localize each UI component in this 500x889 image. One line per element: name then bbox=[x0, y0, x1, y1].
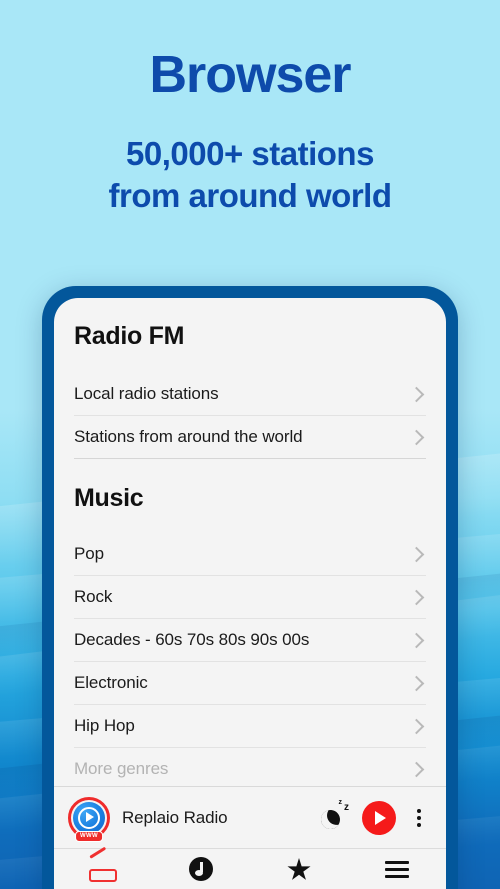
chevron-right-icon bbox=[408, 761, 425, 777]
radio-icon bbox=[89, 846, 117, 882]
kebab-dot bbox=[417, 815, 421, 820]
sleep-z-small: z bbox=[338, 798, 343, 806]
now-playing-bar: WWW Replaio Radio z z bbox=[54, 786, 446, 848]
station-logo-icon: WWW bbox=[68, 796, 110, 842]
nav-item-favorites[interactable] bbox=[250, 856, 348, 882]
bottom-navigation-bar bbox=[54, 846, 446, 889]
chevron-right-icon bbox=[408, 632, 425, 648]
phone-mockup-frame: Radio FM Local radio stations Stations f… bbox=[42, 286, 458, 889]
hamburger-line bbox=[385, 868, 409, 871]
list-item-stations-from-around-the-world[interactable]: Stations from around the world bbox=[74, 416, 426, 459]
nav-item-menu[interactable] bbox=[348, 856, 446, 882]
kebab-menu-icon[interactable] bbox=[408, 803, 430, 833]
page-subtitle: 50,000+ stations from around world bbox=[0, 133, 500, 217]
section-title-radio-fm: Radio FM bbox=[74, 322, 185, 350]
moon-shape bbox=[318, 807, 343, 831]
hamburger-menu-icon bbox=[383, 856, 411, 882]
list-item-label: Decades - 60s 70s 80s 90s 00s bbox=[74, 630, 310, 649]
chevron-right-icon bbox=[408, 386, 425, 402]
list-item-more-genres[interactable]: More genres bbox=[74, 748, 426, 786]
list-item-hip-hop[interactable]: Hip Hop bbox=[74, 705, 426, 748]
section-radio-fm: Radio FM Local radio stations Stations f… bbox=[74, 298, 426, 459]
radio-icon-body bbox=[89, 869, 117, 882]
list-item-label: Stations from around the world bbox=[74, 427, 303, 446]
kebab-dot bbox=[417, 808, 421, 813]
play-icon bbox=[375, 810, 386, 825]
list-item-label: Pop bbox=[74, 544, 104, 563]
play-button[interactable] bbox=[362, 800, 396, 835]
page-subtitle-line-2: from around world bbox=[108, 176, 393, 214]
chevron-right-icon bbox=[408, 589, 425, 605]
page-subtitle-line-1: 50,000+ stations bbox=[126, 134, 374, 172]
list-item-pop[interactable]: Pop bbox=[74, 533, 426, 576]
chevron-right-icon bbox=[408, 429, 425, 445]
star-shape bbox=[287, 858, 311, 880]
headline-block: Browser 50,000+ stations from around wor… bbox=[0, 0, 500, 217]
kebab-dot bbox=[417, 822, 421, 827]
radio-icon-antenna bbox=[89, 846, 106, 859]
star-icon bbox=[285, 856, 313, 882]
list-item-label: More genres bbox=[74, 759, 169, 778]
list-item-label: Local radio stations bbox=[74, 384, 219, 403]
list-item-rock[interactable]: Rock bbox=[74, 576, 426, 619]
list-item-label: Hip Hop bbox=[74, 716, 135, 735]
music-icon-note bbox=[195, 862, 203, 876]
chevron-right-icon bbox=[408, 546, 425, 562]
chevron-right-icon bbox=[408, 718, 425, 734]
list-item-label: Rock bbox=[74, 587, 113, 606]
page-title: Browser bbox=[149, 46, 351, 104]
list-item-label: Electronic bbox=[74, 673, 148, 692]
sleep-z-large: z bbox=[344, 801, 349, 813]
logo-www-badge: WWW bbox=[75, 830, 103, 842]
chevron-right-icon bbox=[408, 675, 425, 691]
list-item-decades[interactable]: Decades - 60s 70s 80s 90s 00s bbox=[74, 619, 426, 662]
browser-list: Radio FM Local radio stations Stations f… bbox=[54, 298, 446, 786]
moon-sleep-icon[interactable]: z z bbox=[318, 799, 350, 833]
hamburger-line bbox=[385, 875, 409, 878]
section-music: Music Pop Rock Decades - 60s 70s 80s 90s… bbox=[74, 459, 426, 786]
list-item-local-radio-stations[interactable]: Local radio stations bbox=[74, 373, 426, 416]
list-item-electronic[interactable]: Electronic bbox=[74, 662, 426, 705]
section-title-music: Music bbox=[74, 484, 144, 512]
phone-screen: Radio FM Local radio stations Stations f… bbox=[54, 298, 446, 889]
logo-play-icon bbox=[86, 811, 94, 822]
nav-item-music[interactable] bbox=[152, 856, 250, 882]
now-playing-station-name: Replaio Radio bbox=[122, 807, 228, 827]
music-note-icon bbox=[187, 856, 215, 882]
hamburger-line bbox=[385, 861, 409, 864]
nav-item-radio[interactable] bbox=[54, 846, 152, 882]
